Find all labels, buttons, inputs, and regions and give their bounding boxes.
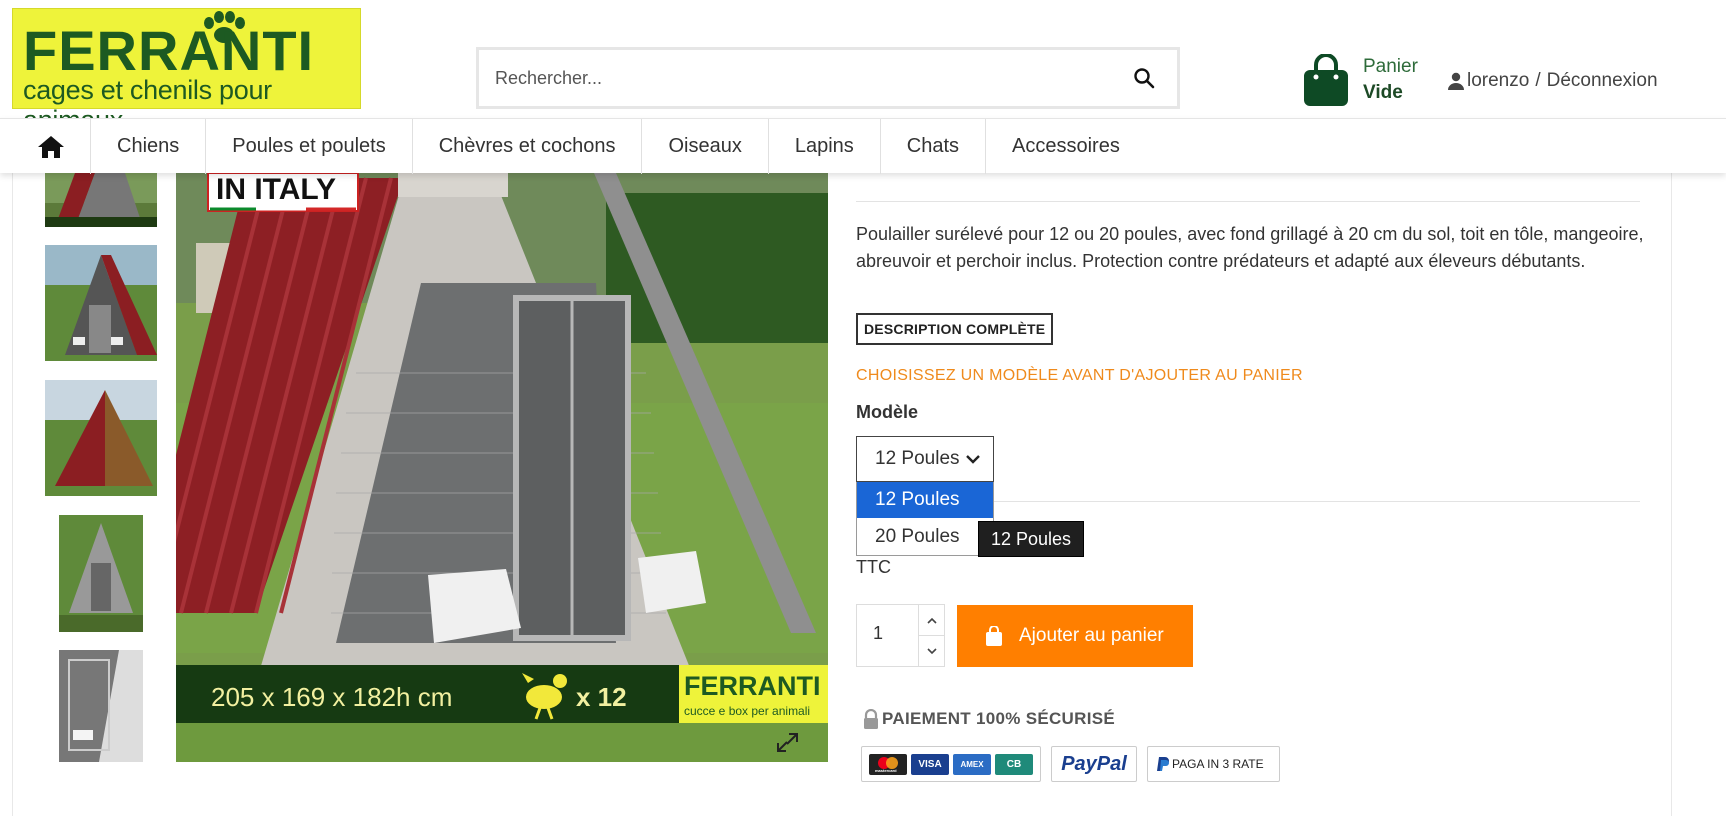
main-nav: Chiens Poules et poulets Chèvres et coch… — [0, 118, 1726, 174]
gallery-thumb[interactable] — [59, 650, 143, 762]
paypal-icon — [1157, 757, 1169, 771]
shopping-bag-icon — [1304, 54, 1348, 106]
paypal-text: PayPal — [1061, 752, 1127, 775]
paypal-logo: PayPal — [1051, 746, 1137, 782]
nav-item-accessoires[interactable]: Accessoires — [986, 119, 1146, 174]
nav-item-oiseaux[interactable]: Oiseaux — [642, 119, 769, 174]
gallery-thumb[interactable] — [45, 380, 157, 496]
model-label: Modèle — [856, 402, 919, 422]
card-logos: mastercard VISA AMEX CB — [861, 746, 1041, 782]
chevron-up-icon — [926, 617, 937, 624]
banner-brand: FERRANTI — [684, 671, 821, 701]
user-separator: / — [1535, 70, 1541, 91]
cb-icon: CB — [995, 753, 1033, 775]
model-select-value: 12 Poules — [875, 448, 960, 469]
svg-text:mastercard: mastercard — [875, 768, 897, 773]
tax-label: TTC — [856, 557, 891, 577]
shopping-bag-icon — [986, 626, 1002, 646]
site-header: FERRANTI cages et chenils pour animaux P… — [0, 0, 1726, 135]
gallery-thumb[interactable] — [59, 515, 143, 632]
search-box — [476, 47, 1180, 109]
nav-item-chats[interactable]: Chats — [881, 119, 987, 174]
user-icon — [1448, 72, 1464, 90]
full-description-button[interactable]: DESCRIPTION COMPLÈTE — [856, 313, 1054, 345]
search-input[interactable] — [495, 60, 1095, 96]
mastercard-icon: mastercard — [869, 753, 907, 775]
model-select[interactable]: 12 Poules — [856, 436, 994, 482]
quantity-input[interactable] — [873, 623, 913, 644]
divider — [856, 201, 1640, 202]
paypal-installments-logo: PAGA IN 3 RATE — [1147, 746, 1280, 782]
secure-payment-text: PAIEMENT 100% SÉCURISÉ — [882, 709, 1116, 728]
gallery-thumb[interactable] — [45, 245, 157, 361]
banner-tagline: cucce e box per animali — [684, 704, 810, 718]
add-to-cart-label: Ajouter au panier — [1019, 625, 1164, 646]
add-to-cart-button[interactable]: Ajouter au panier — [957, 605, 1193, 667]
home-icon — [38, 135, 64, 158]
quantity-stepper — [856, 604, 945, 667]
logo-brand: FERRANTI — [23, 19, 315, 82]
lock-icon — [864, 709, 878, 729]
paypal-installments-text: PAGA IN 3 RATE — [1172, 757, 1264, 771]
secure-payment-label: PAIEMENT 100% SÉCURISÉ — [862, 707, 1115, 731]
user-account: lorenzo / Déconnexion — [1448, 68, 1658, 94]
tooltip: 12 Poules — [978, 521, 1085, 557]
model-option[interactable]: 12 Poules — [857, 482, 993, 518]
model-dropdown-list: 12 Poules 20 Poules — [856, 482, 994, 556]
nav-item-lapins[interactable]: Lapins — [769, 119, 881, 174]
cart-widget[interactable]: Panier Vide — [1302, 54, 1452, 110]
visa-icon: VISA — [911, 753, 949, 775]
chevron-down-icon — [926, 648, 937, 655]
chevron-down-icon — [966, 455, 980, 464]
site-logo[interactable]: FERRANTI cages et chenils pour animaux — [12, 8, 361, 135]
search-icon[interactable] — [1133, 67, 1155, 89]
model-option[interactable]: 20 Poules — [857, 519, 993, 555]
gallery-thumb[interactable] — [45, 173, 157, 227]
logout-link[interactable]: Déconnexion — [1547, 70, 1658, 92]
nav-item-chiens[interactable]: Chiens — [91, 119, 207, 174]
choose-model-notice: CHOISISSEZ UN MODÈLE AVANT D'AJOUTER AU … — [856, 367, 1303, 384]
product-description: Poulailler surélevé pour 12 ou 20 poules… — [856, 224, 1644, 271]
cart-status: Vide — [1363, 82, 1403, 103]
banner-count: x 12 — [576, 682, 627, 712]
amex-icon: AMEX — [953, 753, 991, 775]
user-name-link[interactable]: lorenzo — [1467, 70, 1529, 92]
nav-home[interactable] — [12, 119, 91, 174]
nav-item-poules[interactable]: Poules et poulets — [206, 119, 413, 174]
cart-label: Panier — [1363, 56, 1418, 77]
quantity-increase-button[interactable] — [918, 605, 944, 636]
nav-item-chevres[interactable]: Chèvres et cochons — [413, 119, 643, 174]
product-main-image[interactable]: IN ITALY 205 x 169 x 182h cm x 12 FERRAN… — [176, 173, 828, 762]
banner-dimensions: 205 x 169 x 182h cm — [211, 682, 452, 712]
quantity-decrease-button[interactable] — [918, 636, 944, 667]
made-in-italy-badge: IN ITALY — [216, 173, 336, 206]
